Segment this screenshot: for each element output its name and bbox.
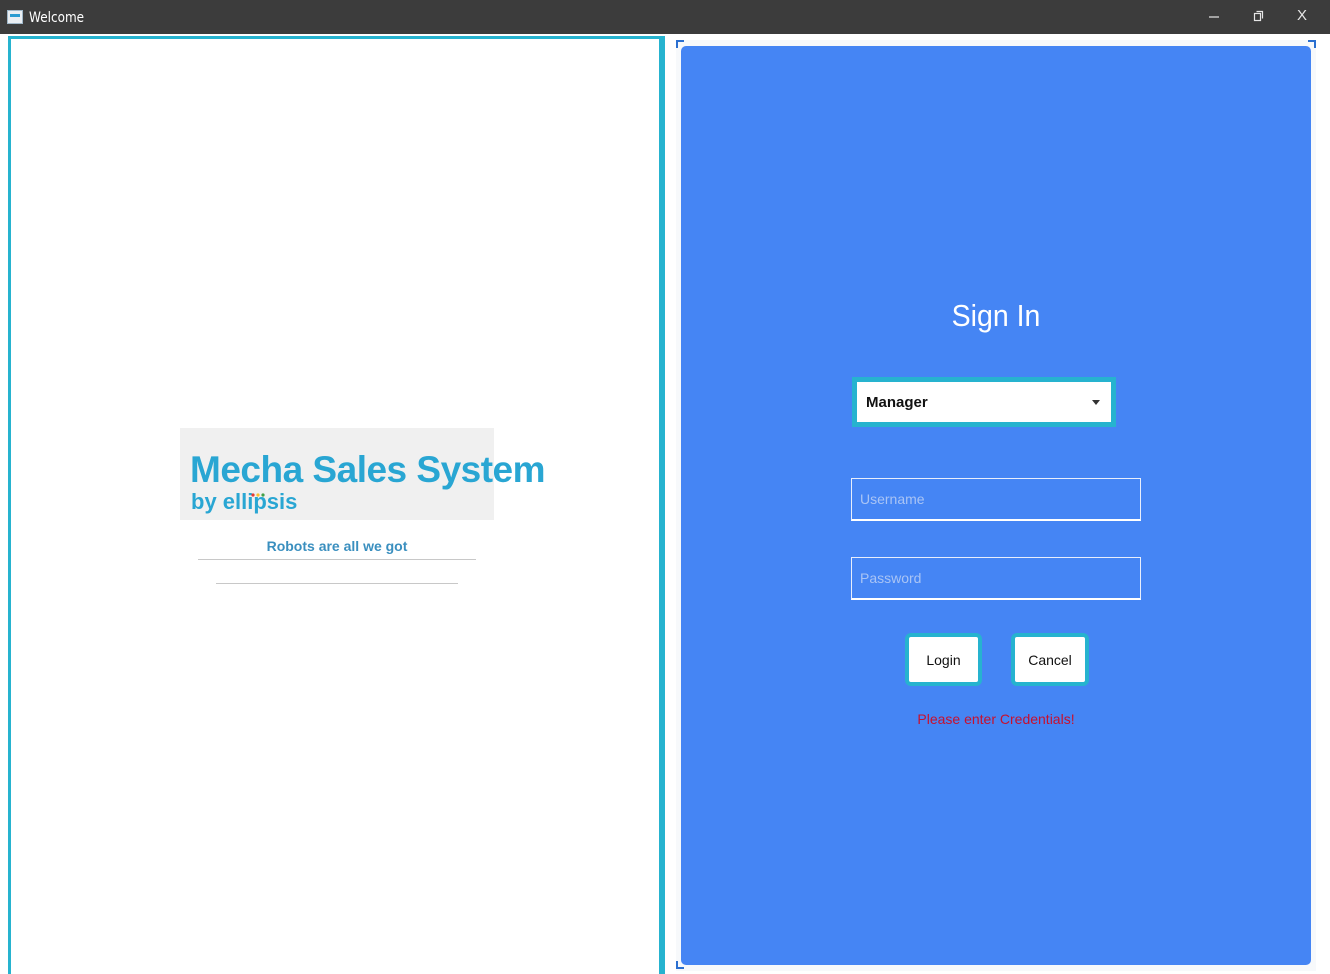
divider [216,583,458,584]
role-selected-value: Manager [866,394,928,411]
chevron-down-icon [1092,400,1100,405]
username-input[interactable] [851,478,1141,521]
logo-dots-icon [251,493,265,497]
status-message: Please enter Credentials! [917,711,1075,727]
restore-button[interactable] [1244,4,1272,28]
logo-subtitle: by ellipsis [191,489,298,514]
cancel-button[interactable]: Cancel [1011,633,1089,686]
password-input[interactable] [851,557,1141,600]
minimize-button[interactable] [1200,4,1228,28]
app-icon [7,10,23,24]
window-titlebar: Welcome X [0,0,1330,34]
login-card: Sign In Manager Login Cancel Please ente… [681,46,1311,965]
cancel-button-label: Cancel [1015,637,1085,682]
sign-in-heading: Sign In [951,298,1041,333]
logo-title: Mecha Sales System [190,449,546,490]
login-panel: Sign In Manager Login Cancel Please ente… [676,40,1316,971]
tagline: Robots are all we got [198,537,476,560]
minimize-icon [1209,16,1219,18]
login-button[interactable]: Login [905,633,982,686]
login-button-label: Login [909,637,978,682]
restore-icon [1253,10,1264,22]
window-title: Welcome [29,10,85,26]
logo: Mecha Sales System by ellipsis [180,428,546,520]
role-select[interactable]: Manager [852,377,1116,427]
close-button[interactable]: X [1288,4,1316,28]
branding-panel: Mecha Sales System by ellipsis Robots ar… [8,36,665,974]
